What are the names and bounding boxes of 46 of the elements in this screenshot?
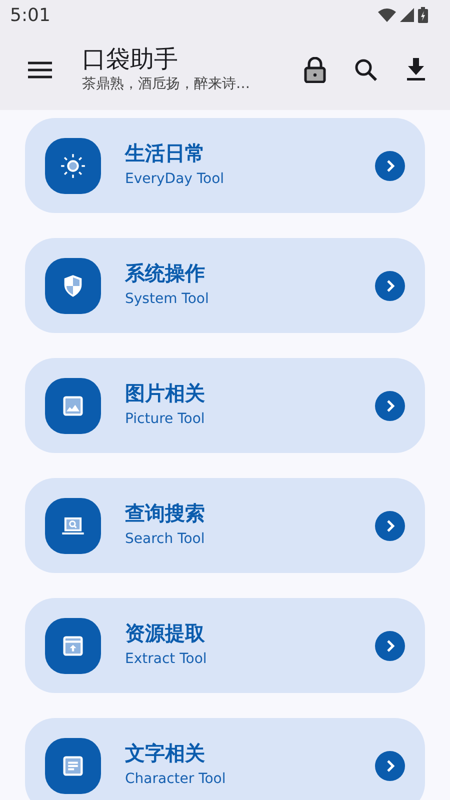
- app-title: 口袋助手: [82, 45, 179, 74]
- tool-subtitle: System Tool: [125, 290, 210, 309]
- document-icon: [45, 738, 101, 794]
- chevron-button[interactable]: [375, 750, 405, 780]
- chevron-icon: [387, 400, 395, 412]
- tool-card[interactable]: 资源提取 Extract Tool: [25, 598, 425, 693]
- chevron-button[interactable]: [375, 150, 405, 180]
- chevron-icon: [387, 280, 395, 292]
- tool-card[interactable]: 图片相关 Picture Tool: [25, 358, 425, 453]
- tool-title: 资源提取: [125, 621, 206, 645]
- tool-subtitle: EveryDay Tool: [125, 170, 226, 189]
- laptop-search-icon: [45, 498, 101, 554]
- chevron-button[interactable]: [375, 270, 405, 300]
- tool-card[interactable]: 查询搜索 Search Tool: [25, 478, 425, 573]
- tool-subtitle: Search Tool: [125, 530, 206, 549]
- chevron-icon: [387, 520, 395, 532]
- tool-title: 图片相关: [125, 381, 206, 405]
- tool-title: 文字相关: [125, 741, 206, 765]
- chevron-icon: [387, 640, 395, 652]
- app-subtitle: 茶鼎熟，酒卮扬，醉来诗…: [82, 74, 251, 94]
- chevron-button[interactable]: [375, 390, 405, 420]
- tool-title: 查询搜索: [125, 501, 206, 525]
- signal-icon: [400, 8, 414, 22]
- chevron-button[interactable]: [375, 510, 405, 540]
- download-icon: [406, 58, 426, 82]
- wifi-icon: [378, 8, 396, 22]
- chevron-icon: [387, 160, 395, 172]
- chevron-button[interactable]: [375, 630, 405, 660]
- sun-icon: [45, 138, 101, 194]
- battery-icon: [418, 7, 428, 23]
- tool-card[interactable]: 系统操作 System Tool: [25, 238, 425, 333]
- search-icon: [354, 58, 378, 82]
- tool-card[interactable]: 文字相关 Character Tool: [25, 718, 425, 800]
- chevron-icon: [387, 760, 395, 772]
- lock-icon: [304, 57, 326, 83]
- tool-subtitle: Character Tool: [125, 770, 227, 789]
- archive-icon: [45, 618, 101, 674]
- tool-title: 系统操作: [125, 261, 206, 285]
- tool-subtitle: Picture Tool: [125, 410, 206, 429]
- shield-icon: [45, 258, 101, 314]
- menu-icon: [28, 61, 52, 79]
- tool-subtitle: Extract Tool: [125, 650, 208, 669]
- image-icon: [45, 378, 101, 434]
- tool-card[interactable]: 生活日常 EveryDay Tool: [25, 118, 425, 213]
- status-time: 5:01: [10, 4, 50, 28]
- tool-title: 生活日常: [125, 141, 206, 165]
